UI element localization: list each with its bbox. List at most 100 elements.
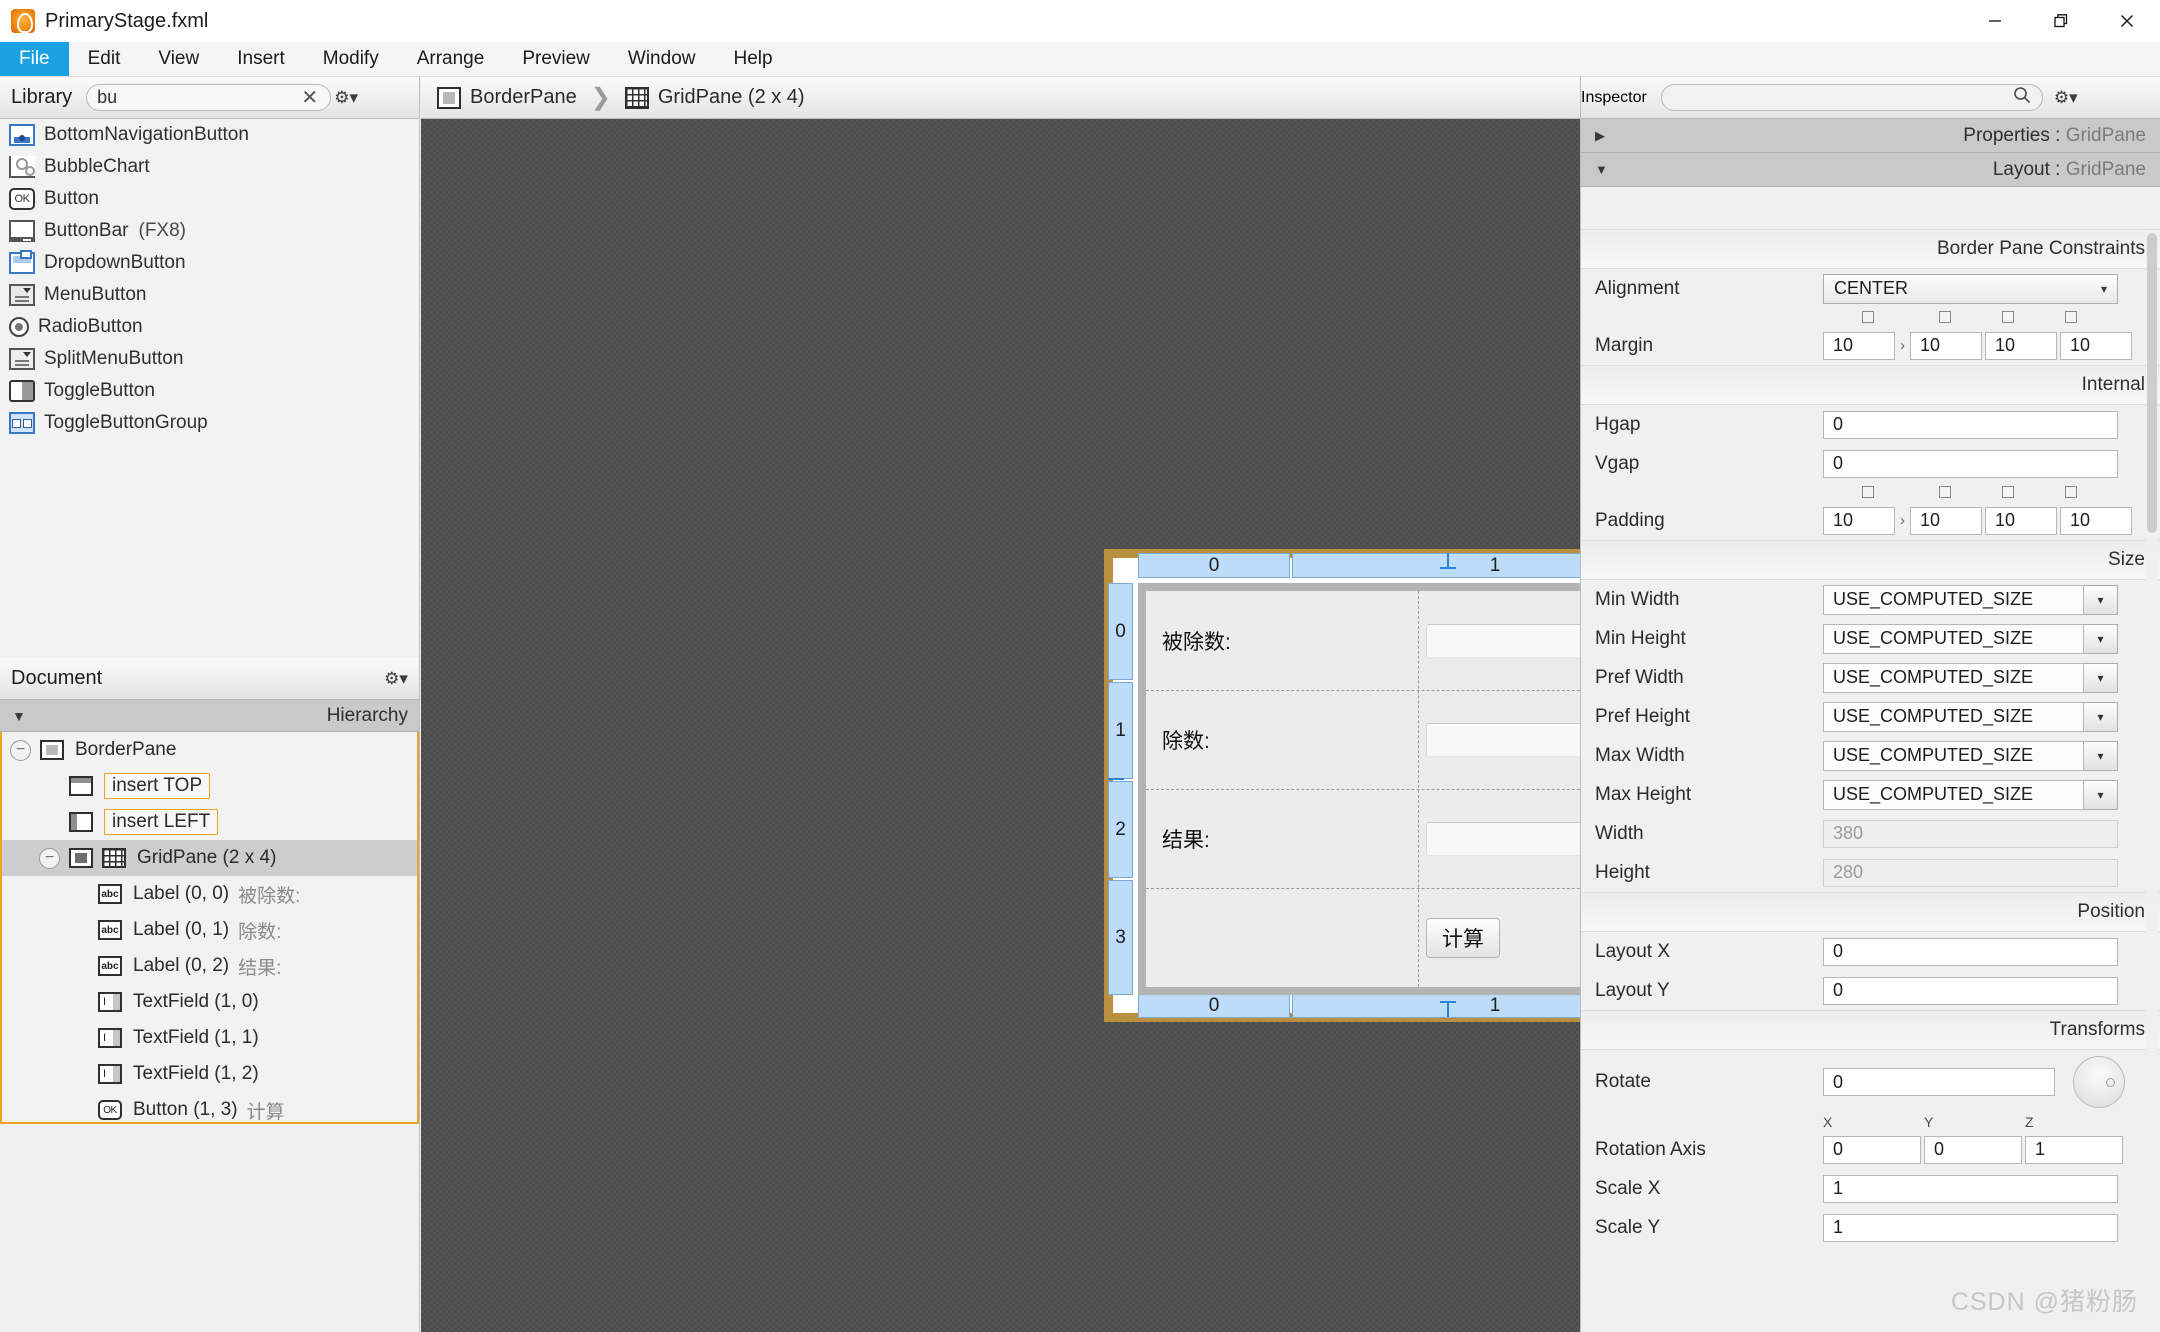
grid-cell-label[interactable]: 除数:: [1146, 690, 1418, 789]
column-header-bottom-1[interactable]: 1: [1292, 993, 1580, 1018]
design-canvas[interactable]: 0 1 0 1 0 1 2 3 0 1 2 3: [421, 119, 1580, 1332]
menu-item-window[interactable]: Window: [609, 42, 715, 76]
quad-input-0[interactable]: 10: [1823, 506, 1895, 535]
tree-item[interactable]: − BorderPane: [2, 732, 417, 768]
menu-item-preview[interactable]: Preview: [503, 42, 609, 76]
axis-input-x[interactable]: 0: [1823, 1135, 1921, 1164]
tree-disclosure-icon[interactable]: −: [39, 847, 60, 869]
constraint-checkbox[interactable]: [1938, 486, 1951, 498]
gridpane-body[interactable]: 被除数: 除数: 结果: 计算: [1138, 583, 1580, 995]
hierarchy-section-bar[interactable]: ▼ Hierarchy: [0, 700, 419, 732]
menu-item-insert[interactable]: Insert: [218, 42, 304, 76]
hierarchy-collapse-icon[interactable]: ▼: [12, 708, 26, 724]
column-header-bottom-0[interactable]: 0: [1138, 993, 1290, 1018]
tree-item[interactable]: insert LEFT: [2, 804, 417, 840]
property-input[interactable]: 0: [1823, 937, 2118, 966]
constraint-checkbox[interactable]: [2001, 311, 2014, 323]
tree-item[interactable]: I TextField (1, 0): [2, 984, 417, 1020]
library-item-splitmenubutton[interactable]: SplitMenuButton: [0, 343, 419, 375]
document-gear-icon[interactable]: ⚙▾: [381, 669, 411, 689]
rotate-knob[interactable]: [2073, 1056, 2125, 1108]
property-combobox[interactable]: USE_COMPUTED_SIZE ▾: [1823, 701, 2118, 732]
library-search-input[interactable]: [97, 87, 321, 108]
tree-item[interactable]: abc Label (0, 1) 除数:: [2, 912, 417, 948]
property-combobox[interactable]: USE_COMPUTED_SIZE ▾: [1823, 779, 2118, 810]
library-item-togglebuttongroup[interactable]: ToggleButtonGroup: [0, 407, 419, 439]
row-header-left-1[interactable]: 1: [1108, 682, 1133, 779]
library-item-togglebutton[interactable]: ToggleButton: [0, 375, 419, 407]
combobox-value[interactable]: USE_COMPUTED_SIZE: [1823, 701, 2084, 732]
breadcrumb[interactable]: BorderPane ❯ GridPane (2 x 4): [421, 77, 1580, 119]
inspector-search-box[interactable]: [1660, 84, 2043, 111]
combobox-value[interactable]: USE_COMPUTED_SIZE: [1823, 740, 2084, 771]
grid-cell-label[interactable]: 结果:: [1146, 789, 1418, 888]
accordion-toggle-icon[interactable]: ▶: [1595, 128, 1605, 144]
breadcrumb-item-0[interactable]: BorderPane: [437, 86, 577, 109]
accordion-toggle-icon[interactable]: ▼: [1595, 162, 1608, 177]
preview-text-field[interactable]: [1426, 722, 1580, 757]
constraint-checkbox[interactable]: [1938, 311, 1951, 323]
menu-item-arrange[interactable]: Arrange: [398, 42, 504, 76]
tree-item[interactable]: insert TOP: [2, 768, 417, 804]
tree-item[interactable]: OK Button (1, 3) 计算: [2, 1092, 417, 1122]
quad-input-1[interactable]: 10: [1910, 506, 1982, 535]
rotate-input[interactable]: 0: [1823, 1068, 2055, 1096]
row-header-left-3[interactable]: 3: [1108, 880, 1133, 995]
quad-link-icon[interactable]: ›: [1900, 337, 1905, 354]
library-item-dropdownbutton[interactable]: DropdownButton: [0, 247, 419, 279]
quad-input-0[interactable]: 10: [1823, 331, 1895, 360]
property-input[interactable]: 0: [1823, 976, 2118, 1005]
tree-disclosure-icon[interactable]: −: [10, 739, 31, 761]
chevron-down-icon[interactable]: ▾: [2084, 623, 2118, 654]
quad-input-3[interactable]: 10: [2060, 506, 2132, 535]
constraint-checkbox[interactable]: [2001, 486, 2014, 498]
axis-input-z[interactable]: 1: [2025, 1135, 2123, 1164]
inspector-accordion-layout[interactable]: ▼ Layout : GridPane: [1581, 153, 2160, 187]
property-combobox[interactable]: USE_COMPUTED_SIZE ▾: [1823, 740, 2118, 771]
quad-input-3[interactable]: 10: [2060, 331, 2132, 360]
inspector-scrollbar[interactable]: [2146, 231, 2158, 1329]
library-item-bottomnavigationbutton[interactable]: BottomNavigationButton: [0, 119, 419, 151]
grid-cell-label[interactable]: 被除数:: [1146, 591, 1418, 690]
menu-item-view[interactable]: View: [139, 42, 218, 76]
constraint-checkbox[interactable]: [1862, 486, 1874, 498]
row-header-left-0[interactable]: 0: [1108, 583, 1133, 680]
constraint-checkbox[interactable]: [2064, 486, 2077, 498]
inspector-gear-icon[interactable]: ⚙▾: [2051, 88, 2081, 108]
chevron-down-icon[interactable]: ▾: [2084, 584, 2118, 615]
tree-item[interactable]: abc Label (0, 2) 结果:: [2, 948, 417, 984]
menu-item-modify[interactable]: Modify: [304, 42, 398, 76]
inspector-body[interactable]: Border Pane Constraints Alignment CENTER ▾ M…: [1581, 229, 2160, 1332]
tree-item[interactable]: I TextField (1, 2): [2, 1056, 417, 1092]
property-combobox[interactable]: USE_COMPUTED_SIZE ▾: [1823, 623, 2118, 654]
inspector-accordion-properties[interactable]: ▶ Properties : GridPane: [1581, 119, 2160, 153]
close-button[interactable]: [2094, 0, 2160, 42]
quad-link-icon[interactable]: ›: [1900, 512, 1905, 529]
library-item-radiobutton[interactable]: RadioButton: [0, 311, 419, 343]
library-item-buttonbar[interactable]: ButtonBar (FX8): [0, 215, 419, 247]
property-combobox[interactable]: USE_COMPUTED_SIZE ▾: [1823, 662, 2118, 693]
property-input[interactable]: 0: [1823, 410, 2118, 439]
library-search-box[interactable]: ✕: [86, 84, 332, 111]
preview-text-field[interactable]: [1426, 821, 1580, 856]
property-dropdown[interactable]: CENTER ▾: [1823, 273, 2118, 304]
hierarchy-tree[interactable]: − BorderPane insert TOP insert LEFT − GridPan…: [0, 732, 419, 1124]
grid-cell-label[interactable]: [1146, 888, 1418, 987]
combobox-value[interactable]: USE_COMPUTED_SIZE: [1823, 584, 2084, 615]
combobox-value[interactable]: USE_COMPUTED_SIZE: [1823, 779, 2084, 810]
column-header-top-0[interactable]: 0: [1138, 553, 1290, 578]
library-item-button[interactable]: OK Button: [0, 183, 419, 215]
preview-calculate-button[interactable]: 计算: [1426, 917, 1500, 958]
menu-item-edit[interactable]: Edit: [69, 42, 140, 76]
clear-search-icon[interactable]: ✕: [301, 88, 318, 108]
inspector-scrollbar-thumb[interactable]: [2147, 233, 2157, 533]
property-combobox[interactable]: USE_COMPUTED_SIZE ▾: [1823, 584, 2118, 615]
inspector-search-input[interactable]: [1671, 87, 2012, 108]
column-header-top-1[interactable]: 1: [1292, 553, 1580, 578]
property-input[interactable]: 1: [1823, 1213, 2118, 1242]
quad-input-1[interactable]: 10: [1910, 331, 1982, 360]
library-item-bubblechart[interactable]: BubbleChart: [0, 151, 419, 183]
constraint-checkbox[interactable]: [2064, 311, 2077, 323]
property-input[interactable]: 0: [1823, 449, 2118, 478]
quad-input-2[interactable]: 10: [1985, 331, 2057, 360]
